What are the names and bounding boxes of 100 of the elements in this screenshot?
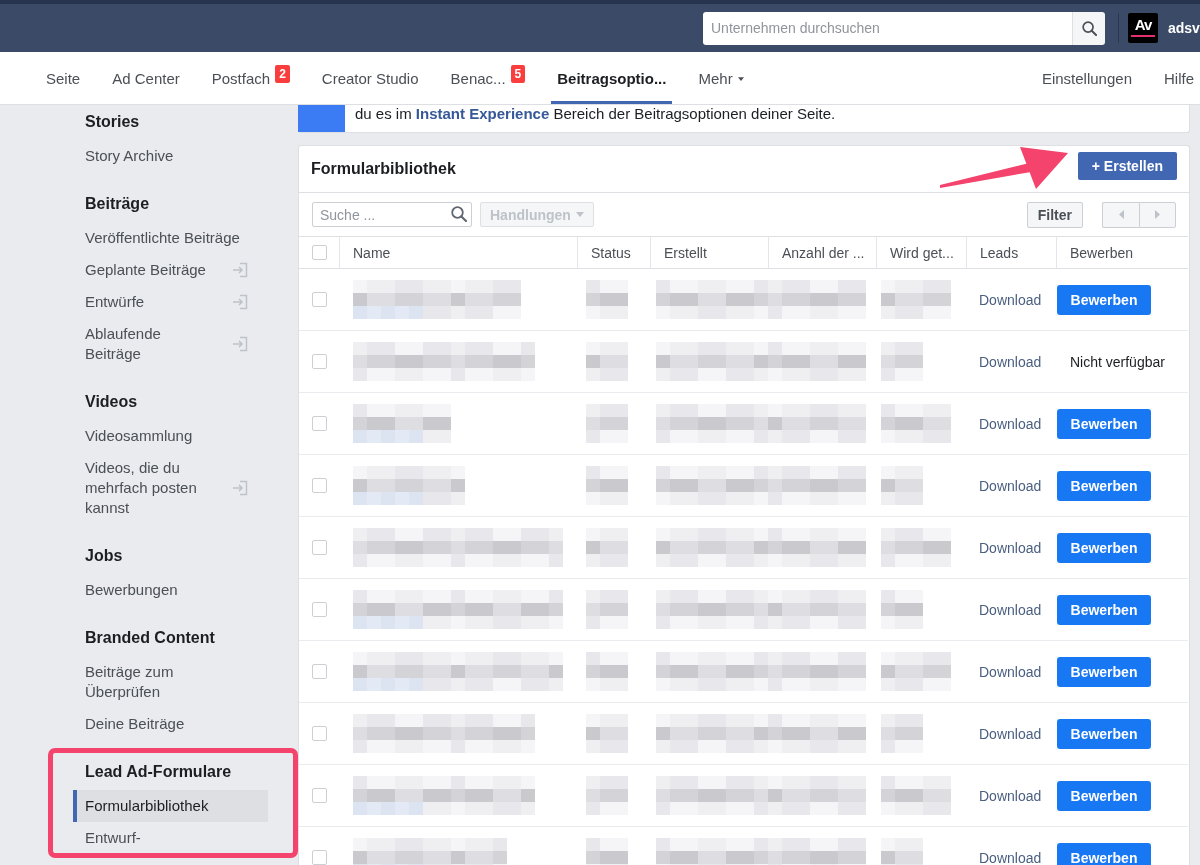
- notification-badge: 5: [510, 65, 526, 83]
- pixelated-placeholder: [586, 528, 628, 567]
- apply-button[interactable]: Bewerben: [1057, 284, 1151, 315]
- pixelated-placeholder: [881, 342, 923, 381]
- notice-accent-bar: [298, 105, 345, 132]
- column-header: Wird get...: [876, 236, 966, 269]
- pixelated-placeholder: [586, 776, 628, 815]
- pixelated-placeholder: [586, 342, 628, 381]
- filter-button[interactable]: Filter: [1026, 201, 1083, 228]
- checkbox[interactable]: [312, 416, 327, 431]
- pixelated-placeholder: [881, 714, 923, 753]
- download-link[interactable]: Download: [979, 787, 1042, 804]
- section-heading: Videos: [84, 392, 139, 412]
- checkbox[interactable]: [312, 726, 327, 741]
- column-header: Bewerben: [1056, 236, 1188, 269]
- search-button[interactable]: [1072, 11, 1105, 45]
- checkbox[interactable]: [312, 664, 327, 679]
- pixelated-placeholder: [881, 280, 951, 319]
- sidebar-item[interactable]: Bewerbungen: [73, 574, 268, 606]
- sidebar-item[interactable]: Entwürfe: [73, 286, 268, 318]
- section-heading: Stories: [84, 112, 141, 132]
- search-field[interactable]: Unternehmen durchsuchen: [703, 11, 1072, 45]
- nav-link[interactable]: Einstellungen: [1035, 52, 1138, 104]
- search-icon: [451, 206, 467, 222]
- caret-icon: [575, 212, 584, 217]
- checkbox[interactable]: [312, 850, 327, 865]
- column-header: Anzahl der ...: [768, 236, 876, 269]
- pixelated-placeholder: [881, 776, 951, 815]
- apply-button[interactable]: Bewerben: [1057, 594, 1151, 625]
- sidebar-item[interactable]: Beiträge zum Überprüfen: [73, 656, 268, 708]
- checkbox[interactable]: [312, 292, 327, 307]
- column-header: Status: [577, 236, 650, 269]
- section-heading: Branded Content: [84, 628, 216, 648]
- checkbox[interactable]: [312, 540, 327, 555]
- pixelated-placeholder: [586, 280, 628, 319]
- instant-experience-link[interactable]: Instant Experience: [415, 105, 550, 122]
- search-icon: [1081, 20, 1097, 36]
- pixelated-placeholder: [586, 714, 628, 753]
- sidebar-item[interactable]: Deine Beiträge: [73, 708, 268, 740]
- left-triangle-icon: [1118, 210, 1124, 219]
- nav-tab[interactable]: Creator Studio: [315, 52, 425, 104]
- search-field[interactable]: Suche ...: [312, 202, 472, 227]
- download-link[interactable]: Download: [979, 291, 1042, 308]
- download-link[interactable]: Download: [979, 849, 1042, 865]
- nav-link[interactable]: Hilfe: [1158, 52, 1200, 104]
- pixelated-placeholder: [586, 590, 628, 629]
- pixelated-placeholder: [881, 652, 951, 691]
- sidebar-item[interactable]: Geplante Beiträge: [73, 254, 268, 286]
- apply-button[interactable]: Bewerben: [1057, 842, 1151, 865]
- column-header: Leads: [966, 236, 1056, 269]
- download-link[interactable]: Download: [979, 663, 1042, 680]
- section-heading: Jobs: [84, 546, 124, 566]
- column-header: Name: [339, 236, 577, 269]
- checkbox[interactable]: [312, 788, 327, 803]
- sidebar-item[interactable]: Entwurf-: [73, 822, 268, 854]
- apply-button[interactable]: Bewerben: [1057, 718, 1151, 749]
- apply-button[interactable]: Bewerben: [1057, 408, 1151, 439]
- download-link[interactable]: Download: [979, 725, 1042, 742]
- download-link[interactable]: Download: [979, 601, 1042, 618]
- sidebar-item[interactable]: Formularbibliothek: [73, 790, 268, 822]
- nav-tab[interactable]: Benac... 5: [444, 52, 532, 104]
- pixelated-placeholder: [881, 528, 951, 567]
- pixelated-placeholder: [881, 590, 923, 629]
- section-heading: Beiträge: [84, 194, 151, 214]
- nav-tab[interactable]: Postfach 2: [205, 52, 296, 104]
- pixelated-placeholder: [586, 404, 628, 443]
- availability-text: Nicht verfügbar: [1070, 353, 1165, 370]
- pixelated-placeholder: [881, 404, 951, 443]
- apply-button[interactable]: Bewerben: [1057, 656, 1151, 687]
- apply-button[interactable]: Bewerben: [1057, 780, 1151, 811]
- apply-button[interactable]: Bewerben: [1057, 470, 1151, 501]
- notice-text: du es im Instant Experience Bereich der Beitragsoptionen deiner Seite.: [354, 105, 836, 124]
- download-link[interactable]: Download: [979, 353, 1042, 370]
- column-header: Erstellt: [650, 236, 768, 269]
- pixelated-placeholder: [586, 466, 628, 505]
- download-link[interactable]: Download: [979, 477, 1042, 494]
- nav-tab[interactable]: Ad Center: [106, 52, 186, 104]
- download-link[interactable]: Download: [979, 415, 1042, 432]
- sidebar-item[interactable]: Story Archive: [73, 140, 268, 172]
- right-triangle-icon: [1155, 210, 1160, 219]
- checkbox[interactable]: [312, 354, 327, 369]
- nav-tab[interactable]: Seite: [40, 52, 87, 104]
- pixelated-placeholder: [586, 652, 628, 691]
- nav-tab[interactable]: Mehr: [692, 52, 750, 104]
- checkbox[interactable]: [312, 245, 327, 260]
- apply-button[interactable]: Bewerben: [1057, 532, 1151, 563]
- checkbox[interactable]: [312, 478, 327, 493]
- checkbox[interactable]: [312, 602, 327, 617]
- sidebar-item[interactable]: Veröffentlichte Beiträge: [73, 222, 268, 254]
- notification-badge: 2: [275, 65, 290, 83]
- create-button[interactable]: + Erstellen: [1077, 152, 1177, 180]
- card-title: Formularbibliothek: [311, 160, 456, 178]
- sidebar-item[interactable]: Ablaufende Beiträge: [73, 318, 268, 370]
- sidebar-item[interactable]: Videos, die du mehrfach posten kannst: [73, 452, 268, 524]
- sidebar-item[interactable]: Videosammlung: [73, 420, 268, 452]
- section-heading: Lead Ad-Formulare: [84, 762, 233, 782]
- account-name[interactable]: adsv: [1168, 20, 1200, 36]
- download-link[interactable]: Download: [979, 539, 1042, 556]
- account-logo[interactable]: Av: [1128, 13, 1158, 43]
- pixelated-placeholder: [881, 466, 923, 505]
